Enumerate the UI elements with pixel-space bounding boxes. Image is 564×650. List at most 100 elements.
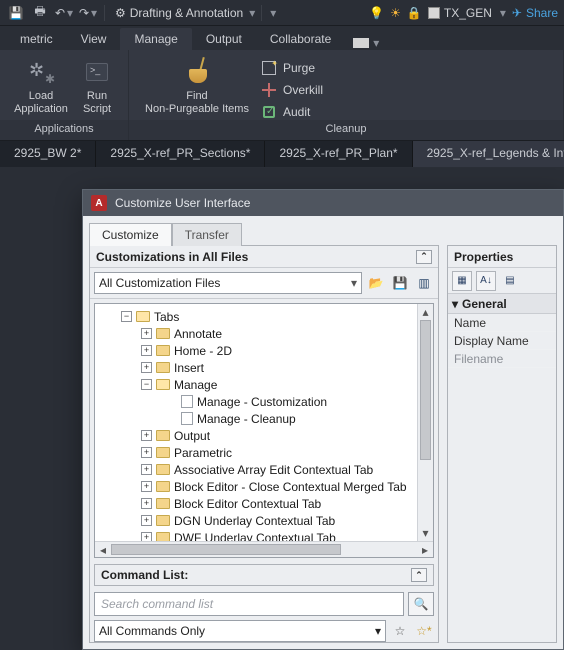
reset-icon[interactable]: ▤	[500, 271, 520, 291]
customizations-panel: Customizations in All Files ⌃ All Custom…	[89, 245, 439, 643]
save-icon[interactable]: 💾	[6, 3, 26, 23]
expand-icon[interactable]: +	[141, 345, 152, 356]
command-filter-dropdown[interactable]: All Commands Only▾	[94, 620, 386, 642]
properties-heading: Properties	[454, 250, 513, 264]
share-button[interactable]: ✈ Share	[512, 6, 558, 20]
tab-manage[interactable]: Manage	[120, 28, 191, 50]
print-icon[interactable]: 🖶	[30, 3, 50, 23]
redo-icon[interactable]: ↷▾	[78, 3, 98, 23]
expand-icon[interactable]: +	[141, 362, 152, 373]
doc-tab[interactable]: 2925_X-ref_PR_Plan*	[265, 141, 412, 167]
favorite-icon[interactable]: ☆	[390, 621, 410, 641]
expand-icon[interactable]: −	[121, 311, 132, 322]
tree-item[interactable]: Manage	[174, 378, 217, 392]
layer-swatch-icon	[428, 7, 440, 19]
tree-item[interactable]: Block Editor - Close Contextual Merged T…	[174, 480, 407, 494]
tab-customize[interactable]: Customize	[89, 223, 172, 246]
overkill-icon	[262, 83, 276, 97]
tree-item[interactable]: Manage - Customization	[197, 395, 327, 409]
purge-icon	[262, 61, 276, 75]
ribbon-disclosure[interactable]: ▾	[353, 36, 379, 50]
doc-tab[interactable]: 2925_X-ref_PR_Sections*	[96, 141, 265, 167]
broom-icon	[183, 57, 211, 87]
tree-scrollbar-vertical[interactable]: ▴▾	[417, 304, 433, 541]
audit-button[interactable]: Audit	[257, 102, 327, 122]
gears-icon	[27, 58, 55, 86]
search-icon[interactable]: 🔍	[408, 592, 434, 616]
workspace-label: Drafting & Annotation	[130, 6, 243, 20]
collapse-button[interactable]: ⌃	[411, 568, 427, 582]
expand-icon[interactable]: +	[141, 447, 152, 458]
tab-output[interactable]: Output	[192, 28, 256, 50]
load-application-button[interactable]: Load Application	[8, 56, 74, 115]
dialog-tabstrip: Customize Transfer	[83, 216, 563, 245]
property-row-name[interactable]: Name	[448, 314, 556, 332]
command-search-input[interactable]: Search command list	[94, 592, 404, 616]
app-badge-icon: A	[91, 195, 107, 211]
tab-view[interactable]: View	[67, 28, 121, 50]
save-file-icon[interactable]: 💾	[390, 273, 410, 293]
display-filter-icon[interactable]: ▥	[414, 273, 434, 293]
overkill-button[interactable]: Overkill	[257, 80, 327, 100]
tree-item[interactable]: Block Editor Contextual Tab	[174, 497, 321, 511]
property-group-general[interactable]: ▾ General	[448, 294, 556, 314]
tree-scrollbar-horizontal[interactable]: ◂▸	[95, 541, 433, 557]
property-row-display-name[interactable]: Display Name	[448, 332, 556, 350]
expand-icon[interactable]: +	[141, 481, 152, 492]
qat-more-icon[interactable]: ▾	[270, 6, 276, 20]
chevron-down-icon[interactable]: ▾	[500, 6, 506, 20]
sun-icon[interactable]: ☀	[390, 6, 401, 20]
paper-plane-icon: ✈	[512, 6, 522, 20]
undo-icon[interactable]: ↶▾	[54, 3, 74, 23]
cui-dialog: A Customize User Interface Customize Tra…	[82, 189, 564, 650]
expand-icon[interactable]: +	[141, 464, 152, 475]
command-list-heading: Command List:	[101, 568, 188, 582]
ribbon-panel-cleanup: Find Non-Purgeable Items Purge Overkill …	[129, 50, 564, 140]
property-row-filename: Filename	[448, 350, 556, 368]
customizations-heading: Customizations in All Files	[96, 250, 248, 264]
script-icon	[86, 63, 108, 81]
panel-title: Cleanup	[129, 120, 563, 140]
tree-item[interactable]: Manage - Cleanup	[197, 412, 296, 426]
find-nonpurgeable-button[interactable]: Find Non-Purgeable Items	[137, 56, 257, 115]
tree-item[interactable]: Output	[174, 429, 210, 443]
tree-item[interactable]: Associative Array Edit Contextual Tab	[174, 463, 373, 477]
workspace-switcher[interactable]: ⚙ Drafting & Annotation ▾	[115, 6, 255, 20]
tree-item[interactable]: Tabs	[154, 310, 179, 324]
tab-parametric[interactable]: metric	[6, 28, 67, 50]
tab-transfer[interactable]: Transfer	[172, 223, 242, 246]
tree-item[interactable]: Annotate	[174, 327, 222, 341]
tree-item[interactable]: Parametric	[174, 446, 232, 460]
ribbon-panel-applications: Load Application Run Script Applications	[0, 50, 129, 140]
expand-icon[interactable]: +	[141, 430, 152, 441]
new-command-icon[interactable]: ☆*	[414, 621, 434, 641]
expand-icon[interactable]: +	[141, 328, 152, 339]
customization-files-dropdown[interactable]: All Customization Files▾	[94, 272, 362, 294]
document-tabs: 2925_BW 2* 2925_X-ref_PR_Sections* 2925_…	[0, 141, 564, 167]
dialog-titlebar[interactable]: A Customize User Interface	[83, 190, 563, 216]
lock-icon[interactable]: 🔒	[407, 6, 422, 20]
dialog-title: Customize User Interface	[115, 196, 250, 210]
open-file-icon[interactable]: 📂	[366, 273, 386, 293]
run-script-button[interactable]: Run Script	[74, 56, 120, 115]
tree-item[interactable]: DGN Underlay Contextual Tab	[174, 514, 335, 528]
tree-item[interactable]: Home - 2D	[174, 344, 232, 358]
lightbulb-icon[interactable]: 💡	[369, 6, 384, 20]
tree-item[interactable]: Insert	[174, 361, 204, 375]
alphabetical-view-icon[interactable]: A↓	[476, 271, 496, 291]
categorized-view-icon[interactable]: ▦	[452, 271, 472, 291]
doc-tab[interactable]: 2925_BW 2*	[0, 141, 96, 167]
chevron-down-icon: ▾	[452, 297, 458, 311]
tree-item[interactable]: DWF Underlay Contextual Tab	[174, 531, 336, 542]
panel-title: Applications	[0, 120, 128, 140]
purge-button[interactable]: Purge	[257, 58, 327, 78]
doc-tab[interactable]: 2925_X-ref_Legends & Info*	[413, 141, 564, 167]
ribbon: Load Application Run Script Applications…	[0, 50, 564, 141]
expand-icon[interactable]: −	[141, 379, 152, 390]
collapse-button[interactable]: ⌃	[416, 250, 432, 264]
expand-icon[interactable]: +	[141, 532, 152, 541]
tab-collaborate[interactable]: Collaborate	[256, 28, 345, 50]
layer-field[interactable]: TX_GEN	[428, 6, 492, 20]
expand-icon[interactable]: +	[141, 515, 152, 526]
expand-icon[interactable]: +	[141, 498, 152, 509]
